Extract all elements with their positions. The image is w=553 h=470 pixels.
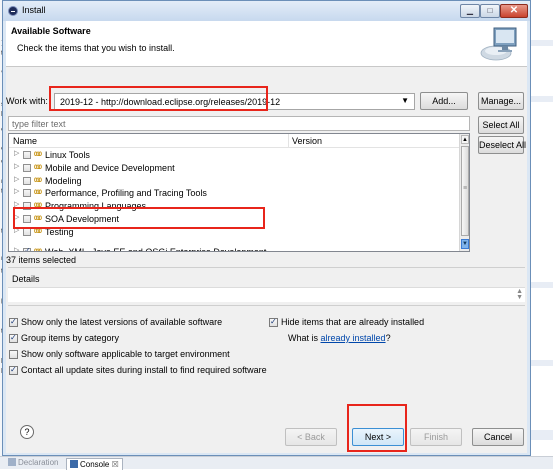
install-wizard-icon <box>480 27 517 61</box>
tree-row[interactable]: ▷ 010 Mobile and Device Development <box>9 162 460 174</box>
highlight-box-work-with <box>49 86 268 111</box>
scroll-down-icon[interactable]: ▼ <box>461 239 469 249</box>
divider <box>8 267 525 268</box>
selection-count: 37 items selected <box>6 255 77 265</box>
what-is-installed-text: What is already installed? <box>288 333 391 345</box>
expand-icon[interactable]: ▷ <box>14 162 19 170</box>
scroll-thumb[interactable] <box>461 146 469 236</box>
expand-icon[interactable]: ▷ <box>14 149 19 157</box>
add-button[interactable]: Add... <box>420 92 468 110</box>
hide-installed-label: Hide items that are already installed <box>281 317 425 327</box>
chevron-down-icon[interactable]: ▼ <box>401 96 409 105</box>
row-label: Web, XML, Java EE and OSGi Enterprise De… <box>45 246 267 252</box>
deselect-all-button[interactable]: Deselect All <box>478 136 526 154</box>
details-area[interactable]: ▲ ▼ <box>8 287 525 302</box>
category-icon: 010 <box>34 164 42 171</box>
bg-strip <box>530 430 553 440</box>
tab-console[interactable]: Console ☒ <box>66 458 123 470</box>
contact-sites-checkbox[interactable] <box>9 365 18 375</box>
category-icon: 010 <box>34 152 42 158</box>
target-env-label: Show only software applicable to target … <box>21 349 230 359</box>
category-icon: 010 <box>34 248 42 252</box>
close-button[interactable]: ✕ <box>500 4 528 18</box>
group-by-category-checkbox[interactable] <box>9 333 18 343</box>
latest-versions-label: Show only the latest versions of availab… <box>21 317 223 327</box>
help-icon[interactable]: ? <box>20 425 34 439</box>
maximize-button[interactable]: □ <box>480 4 500 18</box>
minimize-button[interactable]: ▁ <box>460 4 480 18</box>
background-right-panel <box>530 0 553 469</box>
row-checkbox[interactable] <box>23 246 31 251</box>
tab-declaration-label: Declaration <box>18 458 59 467</box>
scroll-up-icon[interactable]: ▲ <box>461 135 469 144</box>
divider <box>8 305 525 306</box>
tree-row[interactable]: ▷ 010 Modeling <box>9 175 460 187</box>
wizard-header: Available Software Check the items that … <box>6 21 527 67</box>
column-separator <box>288 134 289 148</box>
cancel-button[interactable]: Cancel <box>472 428 524 446</box>
what-is-prefix: What is <box>288 333 321 343</box>
highlight-box-web-xml <box>13 207 265 229</box>
row-label: Linux Tools <box>45 150 90 160</box>
row-checkbox[interactable] <box>23 151 31 159</box>
select-all-button[interactable]: Select All <box>478 116 524 134</box>
highlight-box-next <box>347 404 407 452</box>
expand-icon[interactable]: ▷ <box>14 246 19 251</box>
row-checkbox[interactable] <box>23 176 31 185</box>
tab-declaration[interactable]: Declaration <box>8 458 58 467</box>
back-button[interactable]: < Back <box>285 428 337 446</box>
tree-row[interactable]: ▷ 010 Performance, Profiling and Tracing T… <box>9 187 460 199</box>
column-name[interactable]: Name <box>13 136 37 146</box>
minimize-icon: ▁ <box>466 6 474 15</box>
filter-input[interactable]: type filter text <box>8 116 470 131</box>
row-checkbox[interactable] <box>23 163 31 172</box>
software-tree[interactable]: Name Version ▷ 010 Linux Tools ▷ 010 Mobile a… <box>8 133 470 252</box>
tree-scrollbar[interactable]: ▲ ▼ <box>459 134 469 251</box>
tree-row[interactable]: ▷ 010 Linux Tools <box>9 149 460 161</box>
declaration-icon <box>8 458 16 466</box>
what-is-suffix: ? <box>385 333 391 343</box>
expand-icon[interactable]: ▷ <box>14 187 19 195</box>
details-scroll-icon[interactable]: ▲ ▼ <box>516 288 523 301</box>
background-bottom-tabs: Declaration Console ☒ <box>0 456 553 470</box>
window-title: Install <box>22 5 46 15</box>
row-checkbox[interactable] <box>23 189 31 198</box>
manage-button[interactable]: Manage... <box>478 92 524 110</box>
finish-button[interactable]: Finish <box>410 428 462 446</box>
work-with-label: Work with: <box>6 96 48 106</box>
maximize-icon: □ <box>487 6 493 15</box>
row-label: Modeling <box>45 175 82 186</box>
tab-console-label: Console <box>80 460 110 469</box>
eclipse-icon <box>8 6 18 16</box>
latest-versions-checkbox[interactable] <box>9 317 18 327</box>
tree-row[interactable]: ▷ 010Web, XML, Java EE and OSGi Enterpris… <box>9 246 460 252</box>
bg-strip <box>530 282 553 288</box>
tree-header: Name Version <box>9 134 460 148</box>
category-icon: 010 <box>34 190 42 197</box>
already-installed-link[interactable]: already installed <box>321 333 386 343</box>
close-icon[interactable]: ☒ <box>112 460 119 469</box>
install-dialog: Install ▁ □ ✕ Available Software Check t… <box>2 0 531 456</box>
bg-strip <box>530 96 553 102</box>
group-by-category-label: Group items by category <box>21 333 120 343</box>
page-title: Available Software <box>11 26 91 36</box>
close-icon: ✕ <box>509 5 519 16</box>
category-icon: 010 <box>34 228 42 235</box>
row-label: Performance, Profiling and Tracing Tools <box>45 188 207 199</box>
page-description: Check the items that you wish to install… <box>17 43 175 53</box>
bg-strip <box>530 40 553 46</box>
row-label: Mobile and Device Development <box>45 162 175 173</box>
contact-sites-label: Contact all update sites during install … <box>21 365 267 375</box>
details-label: Details <box>12 274 40 284</box>
dialog-content: Available Software Check the items that … <box>6 21 527 453</box>
bg-strip <box>530 360 553 366</box>
category-icon: 010 <box>34 177 42 184</box>
target-env-checkbox[interactable] <box>9 350 18 359</box>
expand-icon[interactable]: ▷ <box>14 175 19 183</box>
filter-placeholder: type filter text <box>12 119 66 129</box>
title-bar: Install ▁ □ ✕ <box>3 1 530 21</box>
column-version[interactable]: Version <box>292 136 322 146</box>
hide-installed-checkbox[interactable] <box>269 317 278 327</box>
console-icon <box>70 460 78 468</box>
